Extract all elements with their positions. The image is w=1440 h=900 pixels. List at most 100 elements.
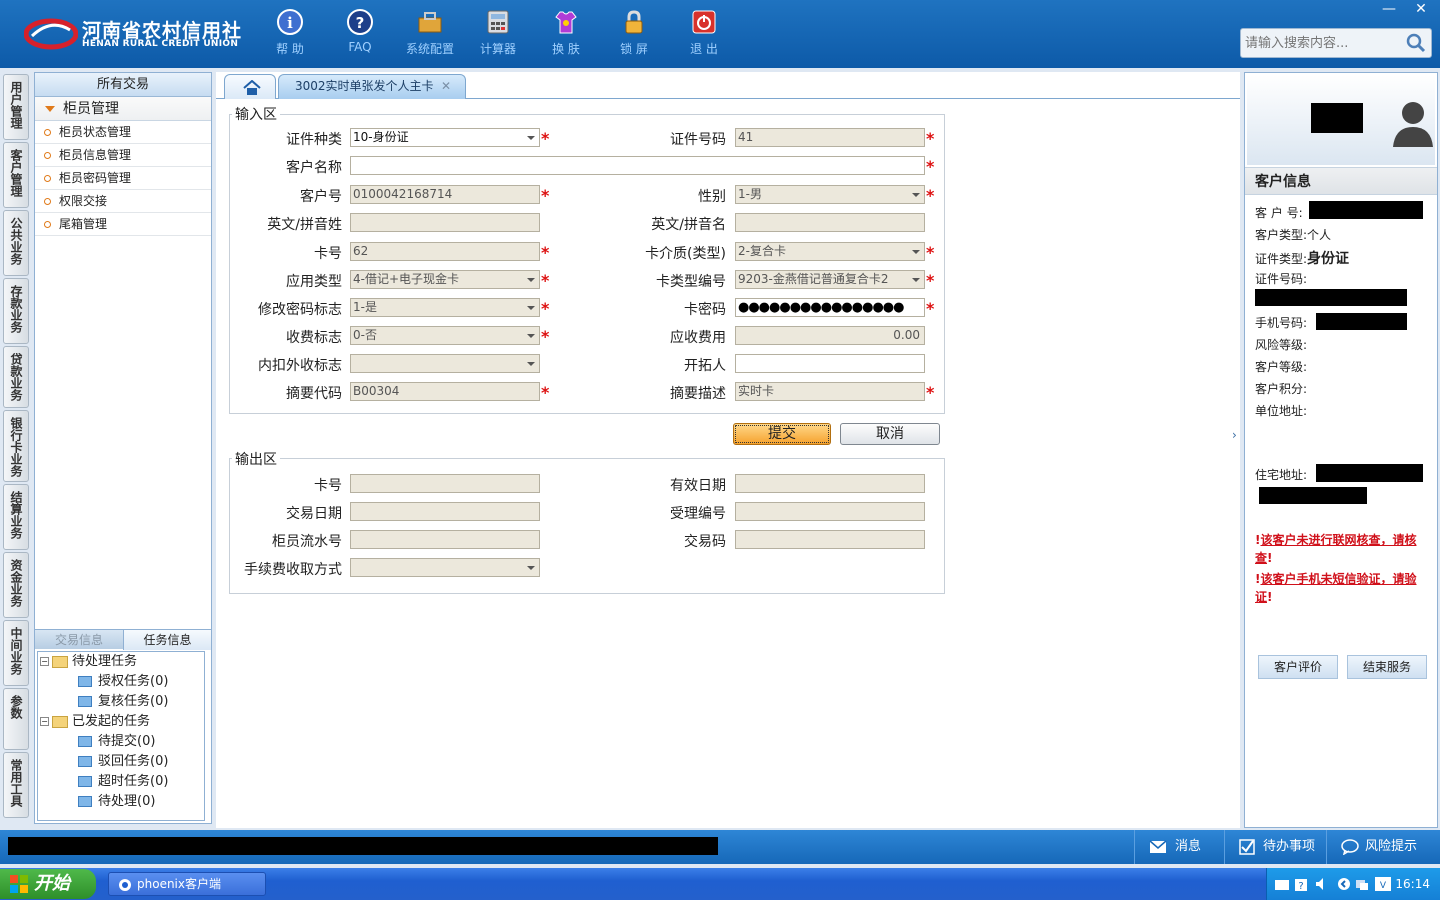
gender-select[interactable]: 1-男 — [735, 185, 925, 204]
menu-item-teller-password[interactable]: 柜员密码管理 — [35, 167, 211, 190]
collapse-icon[interactable]: − — [40, 717, 49, 726]
summary-code-field[interactable]: B00304 — [350, 382, 540, 401]
dropdown-arrow-icon[interactable] — [523, 271, 539, 288]
todo-button[interactable]: 待办事项 — [1224, 830, 1326, 864]
end-service-button[interactable]: 结束服务 — [1347, 655, 1427, 679]
menu-group-teller-management[interactable]: 柜员管理 — [35, 97, 211, 121]
home-tab[interactable] — [224, 74, 276, 99]
menu-item-tail-box[interactable]: 尾箱管理 — [35, 213, 211, 236]
risk-alert-button[interactable]: 风险提示 — [1326, 830, 1440, 864]
svg-text:?: ? — [356, 14, 365, 32]
menu-item-permission-handover[interactable]: 权限交接 — [35, 190, 211, 213]
id-type-select[interactable]: 10-身份证 — [350, 128, 540, 147]
cancel-button[interactable]: 取消 — [840, 423, 940, 445]
vtab-loan-business[interactable]: 贷款业务 — [3, 346, 29, 408]
vtab-parameters[interactable]: 参数 — [3, 688, 29, 750]
search-icon[interactable] — [1405, 32, 1427, 54]
tree-node-review-tasks[interactable]: 复核任务(0) — [78, 692, 168, 712]
tree-node-to-handle[interactable]: 待处理(0) — [78, 792, 155, 812]
dropdown-arrow-icon[interactable] — [523, 299, 539, 316]
tree-node-pending-tasks[interactable]: − 待处理任务 — [40, 652, 137, 672]
vtab-bank-card-business[interactable]: 银行卡业务 — [3, 410, 29, 482]
start-button[interactable]: 开始 — [0, 869, 96, 899]
help-tray-icon[interactable]: ? — [1295, 879, 1307, 891]
vtab-common-tools[interactable]: 常用工具 — [3, 752, 29, 818]
vtab-deposit-business[interactable]: 存款业务 — [3, 278, 29, 344]
dropdown-arrow-icon[interactable] — [523, 129, 539, 146]
avatar-icon — [1393, 102, 1433, 147]
menu-item-teller-info[interactable]: 柜员信息管理 — [35, 144, 211, 167]
customer-name-field[interactable] — [350, 156, 925, 175]
close-tab-icon[interactable]: ✕ — [441, 75, 451, 98]
card-number-field[interactable]: 62 — [350, 242, 540, 261]
tab-3002-issue-card[interactable]: 3002实时单张发个人主卡 ✕ — [278, 74, 466, 99]
input-method-icon[interactable]: V — [1375, 877, 1391, 891]
panel-splitter[interactable]: › — [1232, 428, 1240, 468]
tree-node-to-submit[interactable]: 待提交(0) — [78, 732, 155, 752]
english-surname-field[interactable] — [350, 213, 540, 232]
application-type-select[interactable]: 4-借记+电子现金卡 — [350, 270, 540, 289]
card-medium-select[interactable]: 2-复合卡 — [735, 242, 925, 261]
english-given-name-field[interactable] — [735, 213, 925, 232]
change-password-flag-select[interactable]: 1-是 — [350, 298, 540, 317]
customer-number-field[interactable]: 0100042168714 — [350, 185, 540, 204]
todo-label: 待办事项 — [1263, 839, 1316, 854]
tab-transaction-info[interactable]: 交易信息 — [35, 630, 123, 650]
id-number-field[interactable]: 41 — [735, 128, 925, 147]
submit-button[interactable]: 提交 — [733, 423, 831, 445]
card-password-label: 卡密码 — [684, 302, 726, 318]
card-type-number-select[interactable]: 9203-金燕借记普通复合卡2 — [735, 270, 925, 289]
fee-flag-select[interactable]: 0-否 — [350, 326, 540, 345]
minimize-button[interactable]: — — [1374, 0, 1404, 18]
faq-button[interactable]: ? FAQ — [330, 8, 390, 60]
vtab-customer-management[interactable]: 客户管理 — [3, 142, 29, 208]
dropdown-arrow-icon[interactable] — [523, 327, 539, 344]
vtab-user-management[interactable]: 用户管理 — [3, 74, 29, 140]
required-mark: * — [541, 243, 550, 262]
lock-screen-button[interactable]: 锁 屏 — [604, 8, 664, 60]
speaker-icon[interactable] — [1315, 877, 1327, 891]
customer-name-label: 客户名称 — [286, 160, 342, 176]
card-password-field[interactable]: ●●●●●●●●●●●●●●●● — [735, 298, 925, 317]
tab-task-info[interactable]: 任务信息 — [123, 630, 211, 650]
network-icon[interactable] — [1355, 877, 1369, 891]
vtab-intermediate-business[interactable]: 中间业务 — [3, 620, 29, 686]
dropdown-arrow-icon[interactable] — [523, 559, 539, 576]
status-bar: 消息 待办事项 风险提示 — [0, 830, 1440, 864]
summary-description-field[interactable]: 实时卡 — [735, 382, 925, 401]
menu-item-teller-status[interactable]: 柜员状态管理 — [35, 121, 211, 144]
out-fee-mode-select[interactable] — [350, 558, 540, 577]
exit-button[interactable]: 退 出 — [674, 8, 734, 60]
fee-due-field[interactable]: 0.00 — [735, 326, 925, 345]
arrow-icon[interactable] — [1337, 877, 1351, 891]
tree-node-auth-tasks[interactable]: 授权任务(0) — [78, 672, 168, 692]
tree-label: 授权任务(0) — [98, 674, 169, 689]
close-window-button[interactable]: ✕ — [1406, 0, 1436, 18]
vtab-settlement-business[interactable]: 结算业务 — [3, 484, 29, 550]
help-button[interactable]: i 帮 助 — [260, 8, 320, 60]
warning-sms-verify-link[interactable]: 该客户手机未短信验证，请验证 — [1255, 572, 1417, 604]
messages-button[interactable]: 消息 — [1134, 830, 1224, 864]
system-config-button[interactable]: 系统配置 — [400, 8, 460, 60]
developer-field[interactable] — [735, 354, 925, 373]
warning-network-check-link[interactable]: 该客户未进行联网核查，请核查 — [1255, 533, 1417, 565]
customer-evaluation-button[interactable]: 客户评价 — [1258, 655, 1338, 679]
dropdown-arrow-icon[interactable] — [908, 186, 924, 203]
calculator-button[interactable]: 计算器 — [468, 8, 528, 60]
deduction-flag-select[interactable] — [350, 354, 540, 373]
tree-node-initiated-tasks[interactable]: − 已发起的任务 — [40, 712, 150, 732]
vtab-fund-business[interactable]: 资金业务 — [3, 552, 29, 618]
tree-node-timeout[interactable]: 超时任务(0) — [78, 772, 168, 792]
tree-node-rejected[interactable]: 驳回任务(0) — [78, 752, 168, 772]
warning-network-check[interactable]: !该客户未进行联网核查，请核查! — [1255, 531, 1433, 567]
search-input[interactable] — [1241, 29, 1401, 57]
dropdown-arrow-icon[interactable] — [523, 355, 539, 372]
vtab-public-business[interactable]: 公共业务 — [3, 210, 29, 276]
keyboard-icon[interactable] — [1275, 880, 1289, 890]
change-skin-button[interactable]: 换 肤 — [536, 8, 596, 60]
dropdown-arrow-icon[interactable] — [908, 243, 924, 260]
taskbar-app-phoenix[interactable]: phoenix客户端 — [108, 872, 266, 896]
collapse-icon[interactable]: − — [40, 657, 49, 666]
dropdown-arrow-icon[interactable] — [908, 271, 924, 288]
warning-sms-verify[interactable]: !该客户手机未短信验证，请验证! — [1255, 570, 1433, 606]
